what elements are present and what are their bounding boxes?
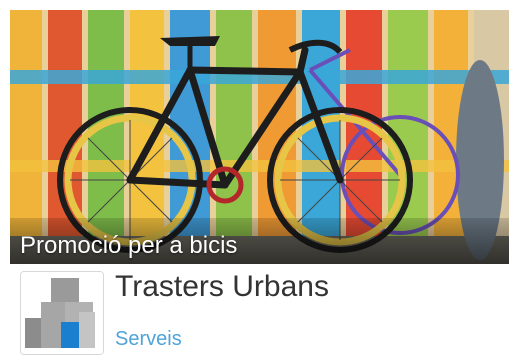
- business-name[interactable]: Trasters Urbans: [115, 268, 329, 306]
- listing-card[interactable]: Promoció per a bicis Trasters Urbans Ser…: [10, 10, 509, 362]
- business-category-link[interactable]: Serveis: [115, 326, 182, 352]
- promo-banner[interactable]: Promoció per a bicis: [10, 10, 509, 264]
- promo-title: Promoció per a bicis: [20, 232, 238, 259]
- business-logo[interactable]: [20, 271, 104, 355]
- trasters-urbans-logo: [21, 272, 103, 354]
